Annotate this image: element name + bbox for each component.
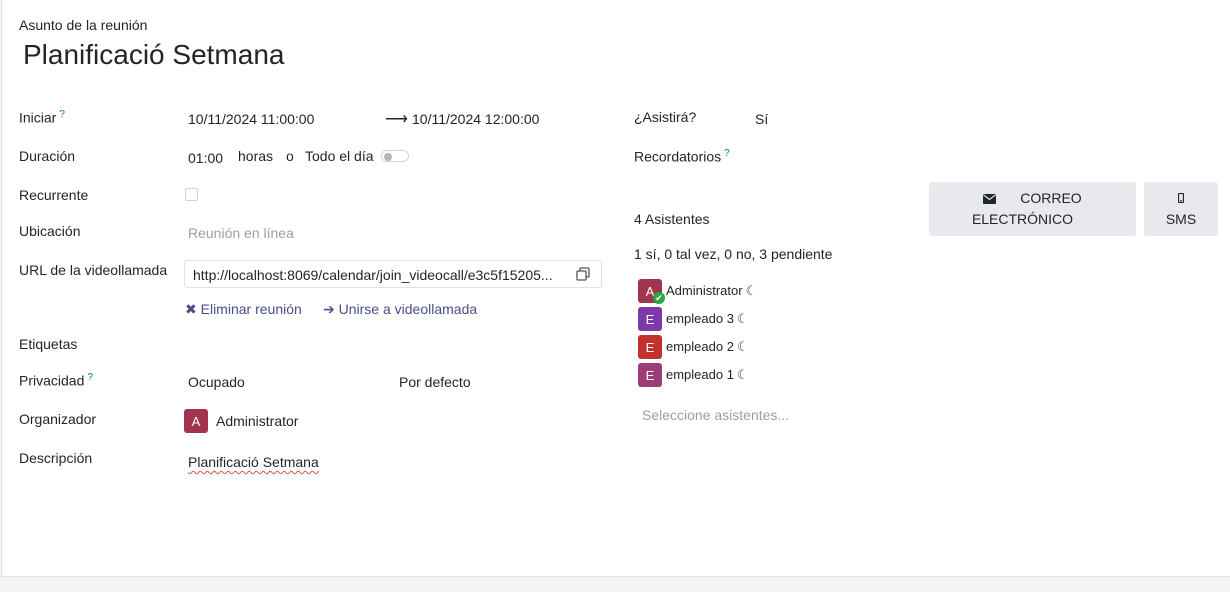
privacy-default-select[interactable]: Por defecto	[399, 374, 471, 390]
arrow-right-icon: ➔	[323, 301, 335, 317]
reminders-help-icon[interactable]: ?	[724, 148, 730, 159]
attendee-name: Administrator ☾	[666, 283, 758, 298]
privacy-select[interactable]: Ocupado	[188, 374, 245, 390]
sms-button[interactable]: SMS	[1144, 182, 1218, 236]
avatar: E	[638, 307, 662, 331]
mobile-icon	[1144, 188, 1218, 209]
privacy-help-icon[interactable]: ?	[87, 372, 93, 383]
moon-icon: ☾	[736, 311, 749, 326]
end-datetime[interactable]: 10/11/2024 12:00:00	[412, 111, 539, 127]
times-icon: ✖	[185, 301, 197, 317]
recurrent-label: Recurrente	[19, 187, 89, 203]
attendee-row[interactable]: E empleado 1 ☾	[638, 363, 838, 387]
envelope-icon	[983, 190, 1000, 206]
attendee-name: empleado 1 ☾	[666, 367, 749, 382]
tags-label: Etiquetas	[19, 336, 78, 352]
location-input[interactable]: Reunión en línea	[188, 225, 294, 241]
form-sheet: Asunto de la reunión Planificació Setman…	[1, 0, 1230, 577]
duration-unit: horas	[238, 148, 274, 164]
organizer-name[interactable]: Administrator	[216, 413, 298, 429]
start-label: Iniciar?	[19, 109, 65, 126]
start-help-icon[interactable]: ?	[59, 109, 65, 120]
delete-meeting-link[interactable]: ✖ Eliminar reunión	[185, 301, 302, 318]
attendee-name: empleado 2 ☾	[666, 339, 749, 354]
start-datetime[interactable]: 10/11/2024 11:00:00	[188, 111, 314, 127]
attendee-row[interactable]: E empleado 2 ☾	[638, 335, 838, 359]
allday-toggle[interactable]	[381, 150, 409, 162]
attendee-row[interactable]: A ✔ Administrator ☾	[638, 279, 838, 304]
videocall-label: URL de la videollamada	[19, 262, 168, 278]
check-icon: ✔	[653, 292, 665, 304]
attend-label: ¿Asistirá?	[634, 109, 697, 125]
duration-input[interactable]: 01:00	[188, 150, 223, 166]
duration-label: Duración	[19, 148, 76, 164]
videocall-url-field[interactable]: http://localhost:8069/calendar/join_vide…	[184, 260, 602, 288]
description-label: Descripción	[19, 450, 93, 466]
attendee-name: empleado 3 ☾	[666, 311, 749, 326]
organizer-avatar: A	[184, 409, 208, 433]
duration-or: o	[286, 148, 294, 164]
email-button[interactable]: CORREO ELECTRÓNICO	[929, 182, 1136, 236]
videocall-url: http://localhost:8069/calendar/join_vide…	[193, 267, 553, 283]
description-editor[interactable]: Planificació Setmana	[188, 454, 319, 470]
copy-icon[interactable]	[576, 267, 590, 281]
attendees-count: 4 Asistentes	[634, 211, 710, 227]
moon-icon: ☾	[745, 283, 758, 298]
subject-label: Asunto de la reunión	[19, 17, 148, 33]
organizer-label: Organizador	[19, 411, 97, 427]
privacy-label: Privacidad?	[19, 372, 93, 389]
long-arrow-right-icon: ⟶	[385, 111, 408, 128]
reminders-label: Recordatorios?	[634, 148, 730, 165]
attend-select[interactable]: Sí	[755, 111, 768, 127]
avatar: E	[638, 363, 662, 387]
meeting-title[interactable]: Planificació Setmana	[23, 39, 284, 71]
attendees-summary: 1 sí, 0 tal vez, 0 no, 3 pendiente	[634, 246, 833, 262]
avatar: E	[638, 335, 662, 359]
allday-label: Todo el día	[305, 148, 374, 164]
join-videocall-link[interactable]: ➔ Unirse a videollamada	[323, 301, 477, 318]
location-label: Ubicación	[19, 223, 81, 239]
moon-icon: ☾	[736, 367, 749, 382]
attendee-row[interactable]: E empleado 3 ☾	[638, 307, 838, 331]
attendee-select-input[interactable]: Seleccione asistentes...	[642, 407, 789, 423]
moon-icon: ☾	[736, 339, 749, 354]
toggle-knob	[384, 153, 392, 161]
recurrent-checkbox[interactable]	[185, 188, 198, 201]
